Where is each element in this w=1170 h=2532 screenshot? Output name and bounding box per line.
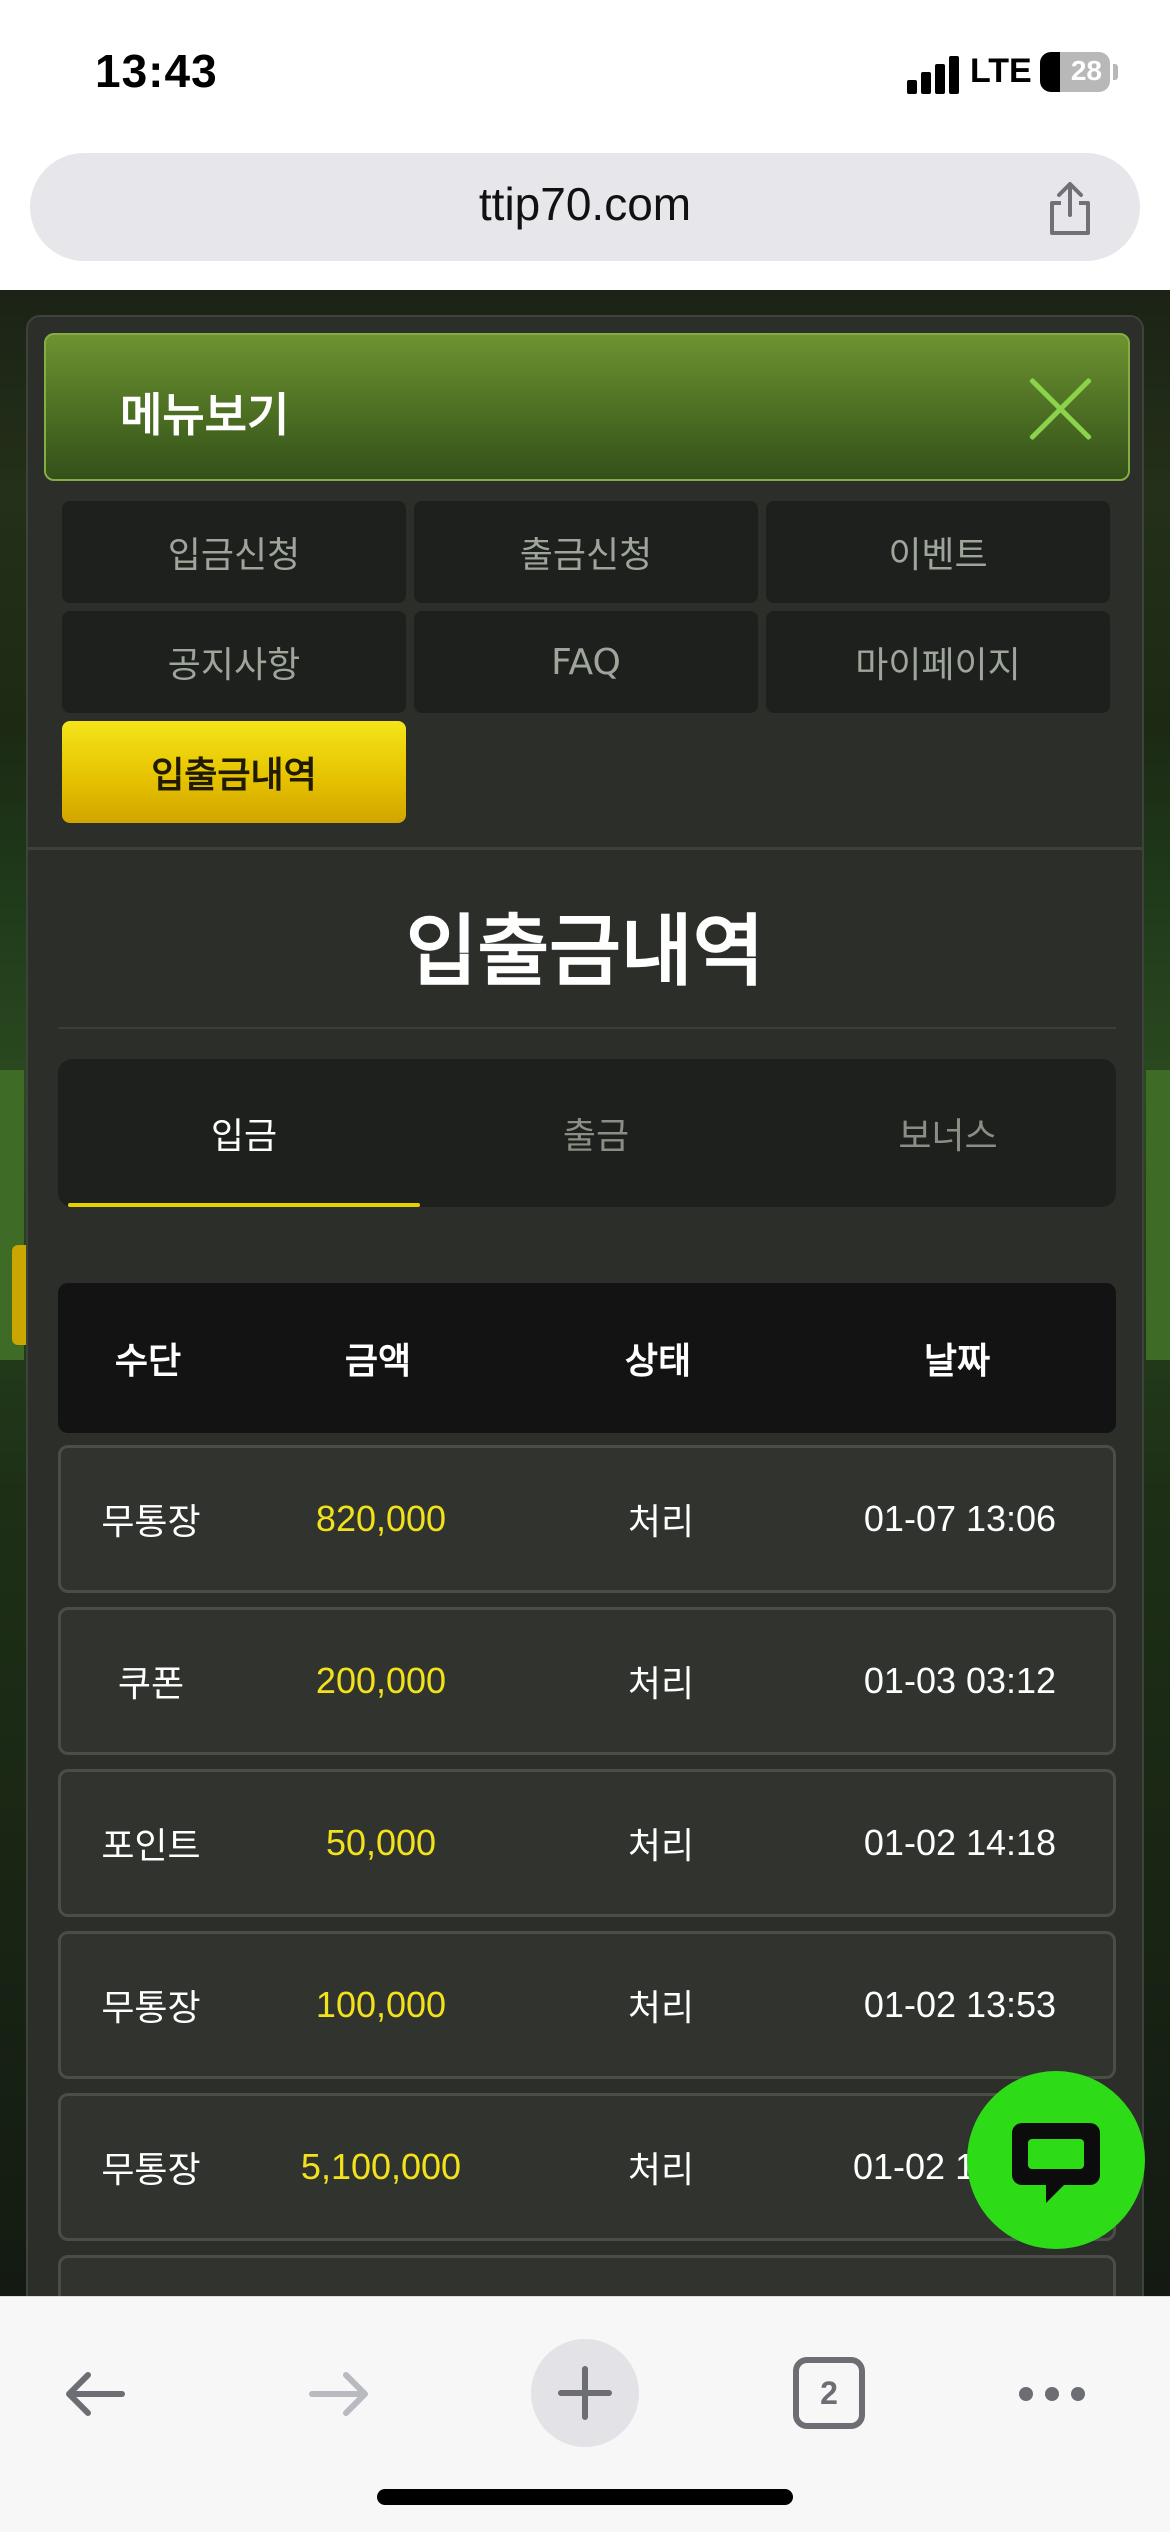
network-type: LTE <box>970 52 1032 90</box>
home-indicator <box>377 2489 793 2505</box>
cell-method: 무통장 <box>101 2150 201 2191</box>
url-text[interactable]: ttip70.com <box>30 177 1140 231</box>
modal-title: 메뉴보기 <box>120 388 290 442</box>
new-tab-button[interactable] <box>531 2339 639 2447</box>
tab-count: 2 <box>820 2374 838 2411</box>
table-row: 무통장 820,000 처리 01-07 13:06 <box>58 1445 1116 1593</box>
history-tabs: 입금 출금 보너스 <box>58 1059 1116 1207</box>
header-method: 수단 <box>114 1341 182 1382</box>
browser-url-area: ttip70.com <box>0 150 1170 290</box>
signal-strength-icon <box>907 54 961 94</box>
new-tab-plus-icon <box>558 2366 612 2420</box>
cell-amount: 200,000 <box>315 1660 447 1701</box>
close-icon[interactable] <box>1022 371 1098 447</box>
cell-date: 01-02 13:53 <box>863 1984 1057 2025</box>
battery-icon: 28 <box>1040 52 1110 92</box>
cell-amount: 100,000 <box>315 1984 447 2025</box>
table-row: 쿠폰 200,000 처리 01-03 03:12 <box>58 1607 1116 1755</box>
menu-mypage[interactable]: 마이페이지 <box>766 611 1110 713</box>
cell-method: 쿠폰 <box>117 1664 185 1705</box>
table-header: 수단 금액 상태 날짜 <box>58 1283 1116 1433</box>
table-row: 포인트 50,000 처리 01-02 14:18 <box>58 1769 1116 1917</box>
battery-tip <box>1113 64 1118 80</box>
tab-withdraw[interactable]: 출금 <box>420 1059 772 1207</box>
back-arrow-icon[interactable] <box>58 2357 132 2431</box>
header-status: 상태 <box>624 1341 692 1382</box>
cell-amount: 5,100,000 <box>300 2146 462 2187</box>
status-time: 13:43 <box>95 45 218 97</box>
active-tab-indicator <box>68 1203 420 1207</box>
menu-notice[interactable]: 공지사항 <box>62 611 406 713</box>
menu-deposit-request[interactable]: 입금신청 <box>62 501 406 603</box>
menu-event[interactable]: 이벤트 <box>766 501 1110 603</box>
forward-arrow-icon[interactable] <box>302 2357 376 2431</box>
cell-date: 01-02 14:18 <box>863 1822 1057 1863</box>
chat-icon <box>1012 2123 1100 2203</box>
cell-method: 무통장 <box>101 1502 201 1543</box>
menu-modal: 메뉴보기 입금신청 출금신청 이벤트 공지사항 FAQ 마이페이지 입출금내역 … <box>26 315 1144 2315</box>
tab-deposit[interactable]: 입금 <box>68 1059 420 1207</box>
menu-withdraw-request[interactable]: 출금신청 <box>414 501 758 603</box>
chat-button[interactable] <box>967 2071 1145 2249</box>
cell-status: 처리 <box>627 1826 695 1867</box>
background-panel-right <box>1146 1070 1170 1360</box>
cell-method: 포인트 <box>101 1826 201 1867</box>
cell-status: 처리 <box>627 1664 695 1705</box>
tabs-icon[interactable]: 2 <box>793 2357 865 2429</box>
background-button-edge <box>12 1245 26 1345</box>
status-bar: 13:43 LTE 28 <box>0 0 1170 150</box>
menu-transaction-history[interactable]: 입출금내역 <box>62 721 406 823</box>
cell-method: 무통장 <box>101 1988 201 2029</box>
battery-percent: 28 <box>1070 55 1102 86</box>
table-row: 무통장 5,100,000 처리 01-02 13: <box>58 2093 1116 2241</box>
battery-fill <box>1040 52 1060 92</box>
cell-date: 01-03 03:12 <box>863 1660 1057 1701</box>
cell-date: 01-07 13:06 <box>863 1498 1057 1539</box>
cell-status: 처리 <box>627 1502 695 1543</box>
more-icon[interactable] <box>1016 2379 1088 2409</box>
divider <box>58 1027 1116 1029</box>
tab-bonus[interactable]: 보너스 <box>772 1059 1124 1207</box>
address-bar[interactable]: ttip70.com <box>30 153 1140 261</box>
cell-status: 처리 <box>627 1988 695 2029</box>
modal-header: 메뉴보기 <box>44 333 1130 481</box>
cell-status: 처리 <box>627 2150 695 2191</box>
divider <box>28 847 1142 850</box>
table-row: 무통장 100,000 처리 01-02 13:53 <box>58 1931 1116 2079</box>
menu-faq[interactable]: FAQ <box>414 611 758 713</box>
section-title: 입출금내역 <box>405 907 765 997</box>
header-amount: 금액 <box>344 1341 412 1382</box>
cell-amount: 50,000 <box>325 1822 437 1863</box>
share-icon[interactable] <box>1040 179 1100 239</box>
header-date: 날짜 <box>923 1341 991 1382</box>
cell-amount: 820,000 <box>315 1498 447 1539</box>
